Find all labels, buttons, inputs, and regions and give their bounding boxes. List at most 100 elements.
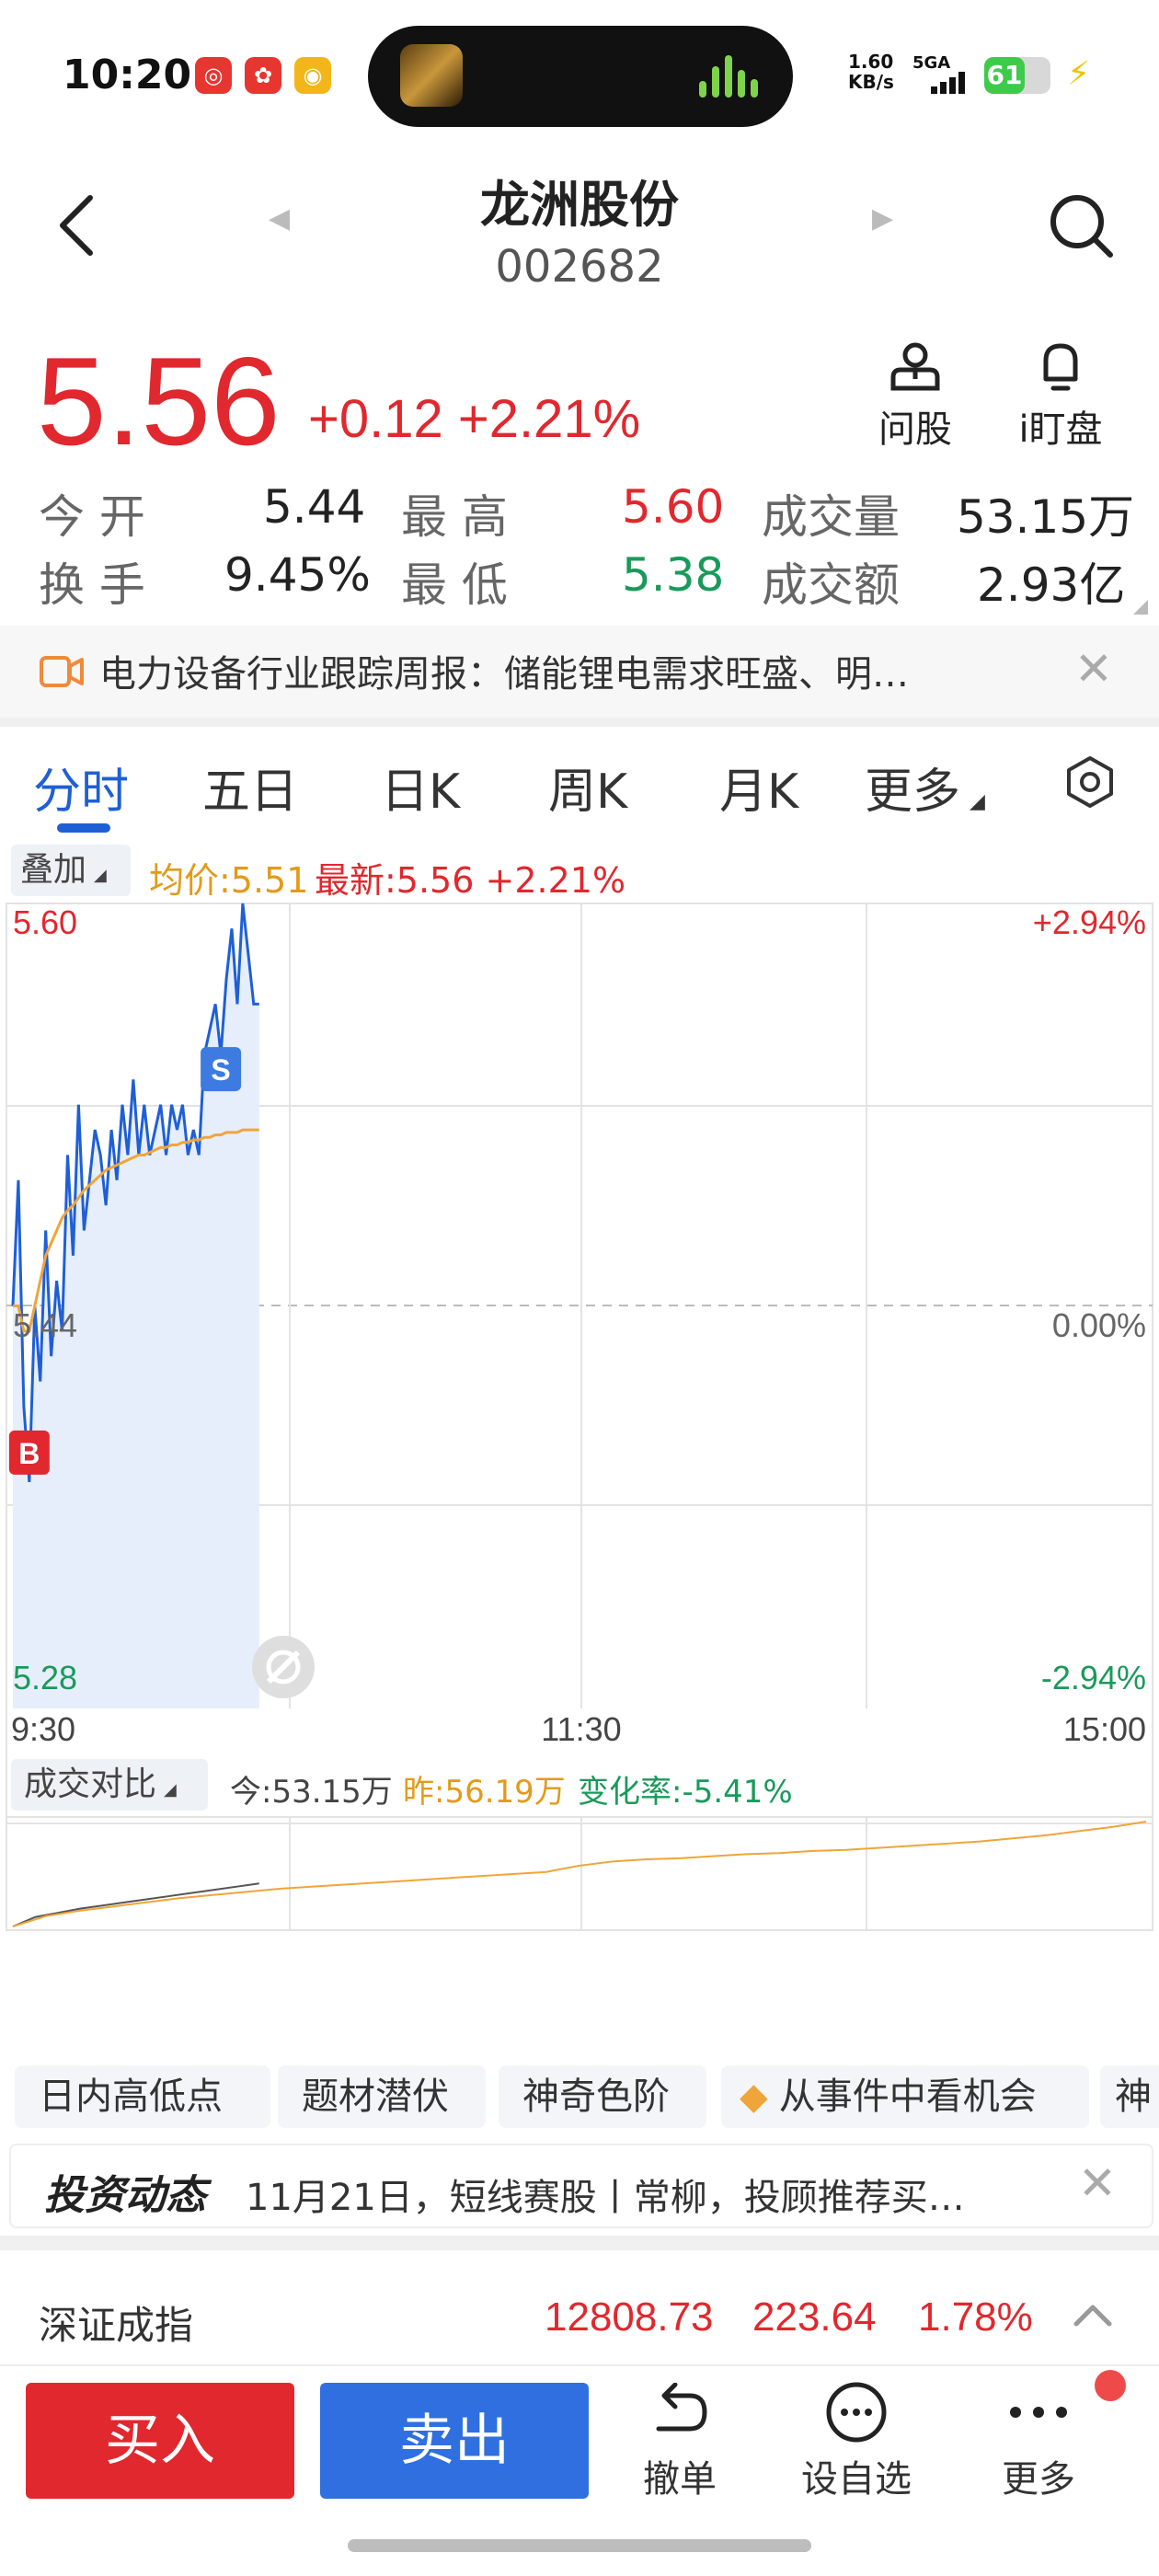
index-percent: 1.78% <box>918 2294 1033 2340</box>
open-label: 今 开 <box>39 490 145 544</box>
index-ticker[interactable]: 深证成指 12808.73 223.64 1.78% <box>0 2250 1159 2364</box>
chip-color-scale[interactable]: 神奇色阶 <box>499 2065 706 2128</box>
invest-news-bar[interactable]: 投资动态 11月21日，短线赛股丨常柳，投顾推荐买… ✕ <box>9 2144 1153 2228</box>
index-change: 223.64 <box>752 2294 877 2340</box>
bell-icon <box>1043 343 1078 391</box>
chip-event-label: 从事件中看机会 <box>778 2076 1037 2118</box>
search-icon <box>1050 195 1113 258</box>
tab-more-label: 更多 <box>865 765 961 820</box>
next-stock-icon[interactable]: ▶ <box>872 202 893 235</box>
volume-compare-label: 成交对比 <box>24 1765 157 1803</box>
music-album-art[interactable] <box>400 44 463 107</box>
more-button[interactable]: 更多 <box>979 2375 1098 2502</box>
dropdown-icon: ◢ <box>164 1780 177 1800</box>
divider <box>0 2236 1159 2250</box>
y-tick-high: 5.60 <box>13 903 77 941</box>
hide-marker-toggle[interactable] <box>252 1636 315 1698</box>
y-tick-ref: 5.44 <box>13 1306 77 1344</box>
change-percent: +2.21% <box>457 389 641 449</box>
volume-value: 53.15万 <box>957 490 1135 544</box>
status-time: 10:20 <box>63 52 192 98</box>
cancel-order-button[interactable]: 撤单 <box>620 2375 740 2502</box>
volume-label: 成交量 <box>762 490 900 544</box>
x-tick-midday: 11:30 <box>541 1710 621 1748</box>
more-dots-icon <box>1010 2407 1067 2418</box>
latest-price-label: 最新:5.56 +2.21% <box>315 860 626 901</box>
tab-intraday[interactable]: 分时 <box>33 753 129 822</box>
hexagon-settings-icon <box>1067 756 1113 808</box>
search-button[interactable] <box>1044 189 1118 262</box>
open-value: 5.44 <box>263 480 366 534</box>
index-name: 深证成指 <box>39 2303 194 2348</box>
close-icon[interactable]: ✕ <box>1078 2156 1117 2210</box>
index-value: 12808.73 <box>545 2294 714 2340</box>
dropdown-icon: ◢ <box>94 866 107 885</box>
x-tick-open: 9:30 <box>11 1710 75 1748</box>
chip-theme-lurk[interactable]: 题材潜伏 <box>278 2065 486 2128</box>
chip-event-opportunity[interactable]: ◆ 从事件中看机会 <box>721 2065 1089 2128</box>
tab-weekly-k[interactable]: 周K <box>548 753 627 822</box>
chat-dots-icon <box>826 2382 887 2443</box>
avg-price-label: 均价:5.51 <box>149 860 309 901</box>
overlay-dropdown[interactable]: 叠加 ◢ <box>11 845 131 896</box>
tab-daily-k[interactable]: 日K <box>381 753 460 822</box>
undo-icon <box>656 2383 707 2432</box>
x-tick-close: 15:00 <box>1063 1710 1146 1748</box>
y-right-tick-ref: 0.00% <box>1052 1306 1146 1344</box>
news-text: 电力设备行业跟踪周报：储能锂电需求旺盛、明… <box>99 653 909 696</box>
change-rate: 变化率:-5.41% <box>578 1774 793 1811</box>
expand-corner-icon[interactable] <box>1133 600 1148 615</box>
chart-settings-button[interactable] <box>1062 754 1118 810</box>
tab-monthly-k[interactable]: 月K <box>719 753 798 822</box>
sell-button[interactable]: 卖出 <box>320 2383 589 2499</box>
weibo-icon: ◉ <box>294 57 331 94</box>
marker-label: S <box>211 1053 230 1087</box>
signal-icon <box>931 72 971 94</box>
turnover-label: 换 手 <box>39 558 145 612</box>
taobao-icon: ✿ <box>245 57 281 94</box>
status-bar: 10:20 ◎ ✿ ◉ 1.60 KB/s 5GA 61 ⚡ <box>0 0 1159 152</box>
chip-intraday-high-low[interactable]: 日内高低点 <box>15 2065 270 2128</box>
net-speed: 1.60 KB/s <box>848 52 894 92</box>
today-volume: 今:53.15万 <box>230 1774 393 1811</box>
yesterday-volume: 昨:56.19万 <box>403 1774 566 1811</box>
low-value: 5.38 <box>622 548 725 602</box>
marker-label: B <box>18 1437 40 1470</box>
network-type: 5GA <box>912 53 951 73</box>
add-watchlist-button[interactable]: 设自选 <box>797 2375 916 2502</box>
amount-value: 2.93亿 <box>977 558 1126 612</box>
stats-grid: 今 开 5.44 最 高 5.60 成交量 53.15万 换 手 9.45% 最… <box>0 480 1159 618</box>
close-icon[interactable]: ✕ <box>1074 642 1113 696</box>
diamond-icon: ◆ <box>740 2076 768 2118</box>
home-indicator[interactable] <box>348 2539 811 2552</box>
audio-wave-icon <box>699 55 763 98</box>
today-volume-line <box>12 1882 259 1927</box>
low-label: 最 低 <box>401 558 508 612</box>
price-change: +0.12 +2.21% <box>308 388 640 450</box>
invest-news-text: 11月21日，短线赛股丨常柳，投顾推荐买… <box>246 2177 965 2219</box>
watch-label: i盯盘 <box>1018 408 1103 451</box>
news-banner[interactable]: 电力设备行业跟踪周报：储能锂电需求旺盛、明… ✕ <box>0 626 1159 718</box>
tab-five-day[interactable]: 五日 <box>202 753 298 822</box>
y-right-tick-high: +2.94% <box>1033 903 1146 941</box>
buy-marker[interactable]: B <box>8 1430 50 1475</box>
volume-compare-grid <box>6 1816 1153 1931</box>
chip-overflow[interactable]: 神 <box>1100 2065 1159 2128</box>
ask-stock-button[interactable]: 问股 <box>865 339 966 453</box>
cancel-order-label: 撤单 <box>643 2458 717 2501</box>
divider <box>0 718 1159 727</box>
tab-more[interactable]: 更多 ◢ <box>865 753 985 822</box>
battery-icon: 61 <box>984 57 1050 94</box>
active-tab-indicator <box>57 823 110 833</box>
ask-stock-label: 问股 <box>878 408 952 451</box>
sell-marker[interactable]: S <box>201 1047 242 1092</box>
stock-code: 002682 <box>495 241 664 293</box>
volume-compare-dropdown[interactable]: 成交对比 ◢ <box>11 1759 208 1811</box>
yesterday-volume-line <box>12 1821 1147 1927</box>
chevron-up-icon[interactable] <box>1071 2298 1115 2331</box>
buy-button[interactable]: 买入 <box>26 2383 294 2499</box>
watch-button[interactable]: i盯盘 <box>1010 339 1111 453</box>
add-watchlist-label: 设自选 <box>801 2458 912 2501</box>
net-speed-value: 1.60 <box>848 51 894 73</box>
video-icon <box>40 656 84 687</box>
